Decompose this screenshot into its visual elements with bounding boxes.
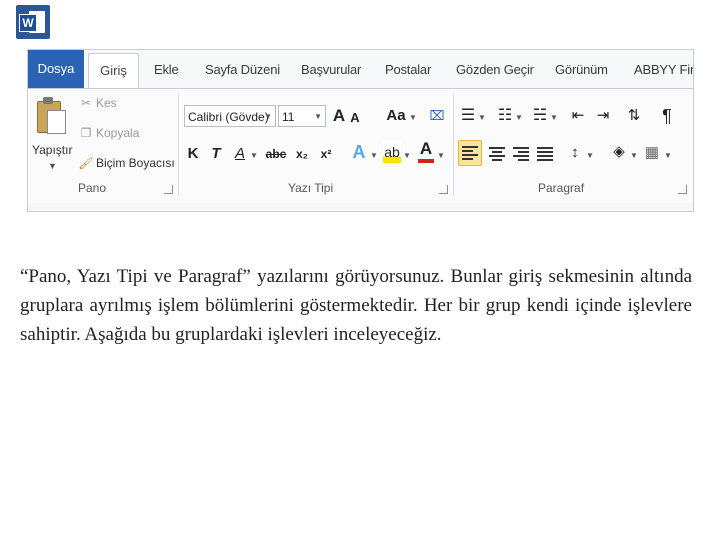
chevron-down-icon[interactable]: ▼ — [370, 151, 378, 160]
group-separator — [453, 93, 454, 195]
brush-icon: 🖌 — [78, 156, 94, 170]
chevron-down-icon[interactable]: ▼ — [630, 151, 638, 160]
borders-icon[interactable]: ▦ — [643, 142, 661, 164]
chevron-down-icon[interactable]: ▼ — [403, 151, 411, 160]
bullets-icon[interactable]: ☰ — [459, 105, 477, 127]
format-painter-button[interactable]: 🖌 Biçim Boyacısı — [78, 156, 175, 170]
group-label-pano: Pano — [78, 181, 107, 195]
subscript-button[interactable]: x₂ — [294, 143, 310, 165]
shrink-font-button[interactable]: A — [348, 107, 362, 129]
sort-icon[interactable]: ⇅ — [625, 105, 643, 127]
chevron-down-icon[interactable]: ▼ — [409, 113, 417, 122]
copy-button[interactable]: ❐ Kopyala — [78, 126, 140, 140]
bold-button[interactable]: K — [185, 143, 201, 165]
chevron-down-icon[interactable]: ▼ — [250, 151, 258, 160]
line-spacing-icon[interactable]: ↕ — [566, 142, 584, 164]
decrease-indent-icon[interactable]: ⇤ — [569, 105, 587, 127]
ribbon-tab-bar: Dosya Giriş Ekle Sayfa Düzeni Başvurular… — [28, 50, 693, 91]
copy-label: Kopyala — [96, 126, 140, 140]
cut-button[interactable]: ✂ Kes — [78, 96, 117, 110]
paste-dropdown-icon[interactable]: ▼ — [48, 161, 57, 171]
increase-indent-icon[interactable]: ⇥ — [594, 105, 612, 127]
align-right-button[interactable] — [510, 142, 532, 164]
chevron-down-icon[interactable]: ▼ — [478, 113, 486, 122]
tab-postalar[interactable]: Postalar — [385, 62, 431, 77]
change-case-button[interactable]: Aa — [384, 105, 408, 127]
paragraf-launcher-icon[interactable] — [678, 185, 687, 194]
underline-button[interactable]: A — [232, 143, 248, 165]
yazi-tipi-launcher-icon[interactable] — [439, 185, 448, 194]
group-label-paragraf: Paragraf — [538, 181, 585, 195]
scissors-icon: ✂ — [80, 96, 92, 110]
tab-sayfa-duzeni[interactable]: Sayfa Düzeni — [205, 62, 280, 77]
ribbon-body: Yapıştır ▼ ✂ Kes ❐ Kopyala 🖌 Biçim Boyacısı… — [28, 88, 693, 203]
numbering-icon[interactable]: ☷ — [496, 105, 514, 127]
chevron-down-icon[interactable]: ▼ — [515, 113, 523, 122]
word-app-icon: W — [16, 5, 50, 39]
italic-button[interactable]: T — [208, 143, 224, 165]
tab-abbyy[interactable]: ABBYY Fine — [634, 62, 693, 77]
tab-gozden-gecir[interactable]: Gözden Geçir — [456, 62, 534, 77]
tab-basvurular[interactable]: Başvurular — [301, 62, 361, 77]
paste-icon[interactable] — [34, 95, 66, 134]
pano-launcher-icon[interactable] — [164, 185, 173, 194]
group-separator — [178, 93, 179, 195]
superscript-button[interactable]: x² — [318, 143, 334, 165]
tab-gorunum[interactable]: Görünüm — [555, 62, 608, 77]
tab-ekle[interactable]: Ekle — [154, 62, 179, 77]
tab-dosya[interactable]: Dosya — [28, 50, 84, 88]
font-name-select[interactable]: Calibri (Gövde) ▼ — [184, 105, 276, 127]
tab-giris[interactable]: Giriş — [88, 53, 139, 91]
chevron-down-icon[interactable]: ▼ — [664, 151, 672, 160]
paste-button-label[interactable]: Yapıştır — [32, 143, 72, 157]
pilcrow-button[interactable]: ¶ — [658, 105, 676, 127]
font-color-icon[interactable]: A — [418, 139, 434, 163]
cut-label: Kes — [96, 96, 117, 110]
chevron-down-icon[interactable]: ▼ — [550, 113, 558, 122]
grow-font-button[interactable]: A — [331, 105, 347, 127]
copy-icon: ❐ — [80, 126, 92, 140]
chevron-down-icon[interactable]: ▼ — [437, 151, 445, 160]
clear-formatting-icon[interactable]: ⌧ — [428, 105, 446, 127]
group-label-yazi-tipi: Yazı Tipi — [288, 181, 334, 195]
font-size-select[interactable]: 11 ▼ — [278, 105, 326, 127]
text-effects-icon[interactable]: A — [350, 141, 368, 163]
justify-button[interactable] — [534, 142, 556, 164]
strikethrough-button[interactable]: abc — [263, 143, 289, 165]
format-painter-label: Biçim Boyacısı — [96, 156, 175, 170]
multilevel-list-icon[interactable]: ☵ — [531, 105, 549, 127]
ribbon-screenshot: Dosya Giriş Ekle Sayfa Düzeni Başvurular… — [27, 49, 694, 212]
body-paragraph: “Pano, Yazı Tipi ve Paragraf” yazılarını… — [20, 266, 692, 345]
align-center-button[interactable] — [486, 142, 508, 164]
shading-icon[interactable]: ◈ — [610, 141, 628, 163]
align-left-button[interactable] — [458, 140, 482, 166]
highlight-color-icon[interactable]: ab — [383, 141, 401, 163]
chevron-down-icon[interactable]: ▼ — [586, 151, 594, 160]
